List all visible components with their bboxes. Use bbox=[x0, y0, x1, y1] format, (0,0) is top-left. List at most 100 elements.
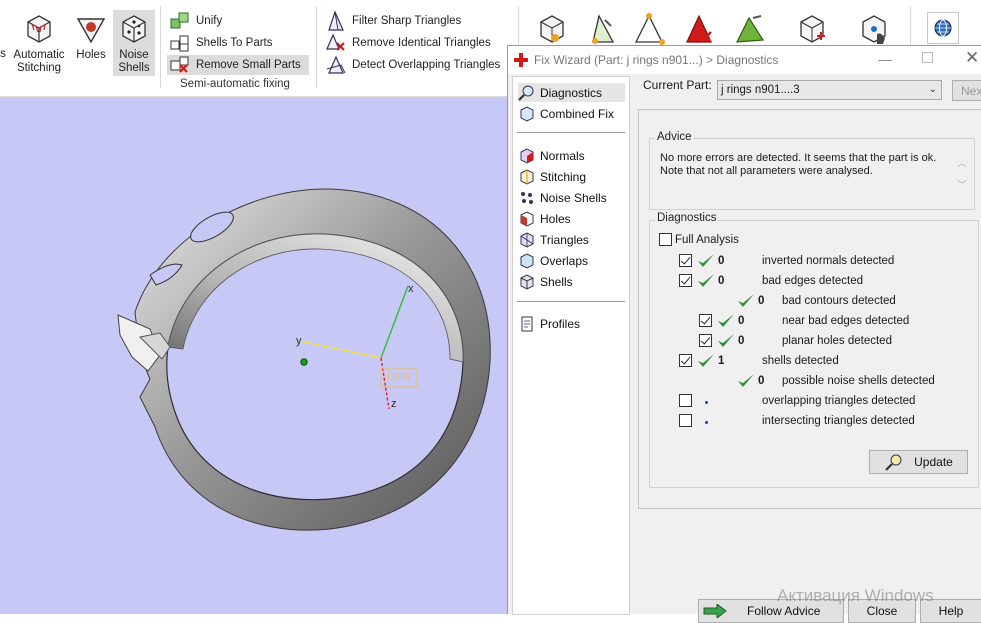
current-part-select[interactable]: j rings n901....3 ⌄ bbox=[717, 80, 942, 100]
nav-item-diagnostics[interactable]: Diagnostics bbox=[518, 83, 625, 102]
check-icon bbox=[698, 254, 714, 267]
diagnostic-row: 1 shells detected bbox=[639, 353, 969, 371]
fix-wizard-titlebar: Fix Wizard (Part: j rings n901...) > Dia… bbox=[508, 46, 981, 74]
diagnostic-text: planar holes detected bbox=[782, 335, 892, 347]
next-button[interactable]: Next bbox=[952, 80, 981, 101]
nav-label: Stitching bbox=[540, 169, 587, 184]
shells-icon bbox=[520, 273, 534, 290]
close-window-button[interactable]: ✕ bbox=[965, 48, 979, 68]
nav-label: Profiles bbox=[540, 316, 581, 331]
nav-item-stitching[interactable]: Stitching bbox=[518, 167, 586, 186]
fix-wizard-window: Fix Wizard (Part: j rings n901...) > Dia… bbox=[507, 45, 981, 623]
remove-small-parts-button[interactable]: Remove Small Parts bbox=[167, 55, 309, 75]
detect-overlapping-triangles-button[interactable]: Detect Overlapping Triangles bbox=[325, 55, 500, 75]
filter-sharp-triangles-button[interactable]: Filter Sharp Triangles bbox=[325, 11, 461, 31]
triangles-icon bbox=[520, 231, 534, 248]
diagnostic-count: 0 bbox=[758, 375, 765, 387]
diagnostic-checkbox[interactable] bbox=[699, 314, 712, 327]
delete-triangle-icon[interactable] bbox=[683, 12, 717, 46]
remove-small-parts-label: Remove Small Parts bbox=[196, 59, 301, 71]
triangle-vertex-icon[interactable] bbox=[632, 12, 666, 46]
pending-dot-icon bbox=[705, 421, 708, 424]
diagnostic-text: shells detected bbox=[762, 355, 839, 367]
automatic-stitching-button[interactable]: Automatic Stitching bbox=[10, 12, 68, 75]
nav-item-overlaps[interactable]: Overlaps bbox=[518, 251, 588, 270]
full-analysis-checkbox[interactable] bbox=[659, 233, 672, 246]
content-panel: Advice No more errors are detected. It s… bbox=[638, 109, 981, 509]
automatic-stitching-icon bbox=[27, 15, 51, 43]
nav-label: Shells bbox=[540, 274, 573, 289]
nav-item-noise-shells[interactable]: Noise Shells bbox=[518, 188, 607, 207]
noise-shells-button[interactable]: Noise Shells bbox=[113, 10, 155, 76]
advice-scrollbar[interactable]: ︿ ﹀ bbox=[957, 152, 967, 198]
globe-icon bbox=[934, 19, 952, 37]
diagnostic-checkbox[interactable] bbox=[679, 354, 692, 367]
next-button-label: Next bbox=[961, 83, 981, 98]
z-axis-label: z bbox=[391, 398, 397, 410]
diagnostic-row: overlapping triangles detected bbox=[639, 393, 969, 411]
diagnostic-checkbox[interactable] bbox=[679, 414, 692, 427]
x-axis-label: x bbox=[408, 283, 414, 295]
diagnostic-checkbox[interactable] bbox=[679, 394, 692, 407]
globe-button[interactable] bbox=[927, 12, 959, 44]
diagnostic-text: bad edges detected bbox=[762, 275, 864, 287]
current-part-value: j rings n901....3 bbox=[721, 84, 800, 96]
nav-item-holes[interactable]: Holes bbox=[518, 209, 571, 228]
check-icon bbox=[718, 334, 734, 347]
diagnostic-checkbox[interactable] bbox=[679, 254, 692, 267]
remove-identical-triangles-button[interactable]: Remove Identical Triangles bbox=[325, 33, 491, 53]
nav-item-profiles[interactable]: Profiles bbox=[518, 314, 580, 333]
nav-item-normals[interactable]: Normals bbox=[518, 146, 585, 165]
current-part-label: Current Part: bbox=[643, 78, 712, 92]
shells-to-parts-label: Shells To Parts bbox=[196, 37, 273, 49]
wizard-navigation: Diagnostics Combined Fix Normals Stitchi… bbox=[512, 76, 630, 615]
ring-model-view bbox=[117, 188, 491, 531]
update-button-label: Update bbox=[914, 455, 953, 469]
add-triangle-icon[interactable] bbox=[733, 12, 767, 46]
advice-text: No more errors are detected. It seems th… bbox=[660, 152, 937, 177]
edit-triangle-icon[interactable] bbox=[585, 12, 619, 46]
detect-overlapping-triangles-label: Detect Overlapping Triangles bbox=[352, 59, 501, 71]
check-icon bbox=[738, 294, 754, 307]
nav-label: Overlaps bbox=[540, 253, 589, 268]
hand-select-icon[interactable] bbox=[857, 12, 891, 46]
holes-button[interactable]: Holes bbox=[72, 12, 110, 62]
magnifier-icon bbox=[885, 454, 902, 471]
pending-dot-icon bbox=[705, 401, 708, 404]
3d-viewport[interactable]: x y z UCS bbox=[0, 97, 508, 614]
normals-icon bbox=[520, 147, 534, 164]
holes-icon bbox=[520, 210, 534, 227]
advice-label: Advice bbox=[655, 131, 694, 143]
minimize-button[interactable]: — bbox=[878, 51, 892, 67]
diagnostic-row: 0 possible noise shells detected bbox=[639, 373, 969, 391]
check-icon bbox=[738, 374, 754, 387]
move-part-icon[interactable] bbox=[795, 12, 829, 46]
diagnostics-label: Diagnostics bbox=[655, 212, 719, 224]
holes-icon bbox=[76, 18, 106, 44]
diagnostic-count: 0 bbox=[758, 295, 765, 307]
unify-label: Unify bbox=[196, 15, 223, 27]
unify-icon bbox=[170, 12, 189, 29]
diagnostic-checkbox[interactable] bbox=[679, 274, 692, 287]
check-icon bbox=[698, 354, 714, 367]
nav-divider bbox=[517, 132, 625, 133]
ribbon-separator bbox=[316, 6, 317, 88]
ribbon-separator bbox=[160, 6, 161, 88]
unify-button[interactable]: Unify bbox=[169, 11, 222, 31]
diagnostic-row: 0 bad contours detected bbox=[639, 293, 969, 311]
magnifier-icon bbox=[518, 85, 534, 101]
nav-item-combined-fix[interactable]: Combined Fix bbox=[518, 104, 614, 123]
nav-item-triangles[interactable]: Triangles bbox=[518, 230, 589, 249]
diagnostic-text: inverted normals detected bbox=[762, 255, 895, 267]
update-button[interactable]: Update bbox=[869, 450, 968, 474]
nav-label: Triangles bbox=[540, 232, 589, 247]
nav-item-shells[interactable]: Shells bbox=[518, 272, 573, 291]
cube-selection-icon[interactable] bbox=[535, 12, 569, 46]
diagnostic-text: bad contours detected bbox=[782, 295, 896, 307]
combined-fix-icon bbox=[520, 105, 534, 122]
diagnostic-checkbox[interactable] bbox=[699, 334, 712, 347]
windows-activation-watermark: Активация Windows bbox=[777, 586, 934, 605]
shells-to-parts-button[interactable]: Shells To Parts bbox=[169, 33, 273, 53]
y-axis-label: y bbox=[296, 335, 302, 347]
maximize-button[interactable] bbox=[922, 52, 933, 63]
